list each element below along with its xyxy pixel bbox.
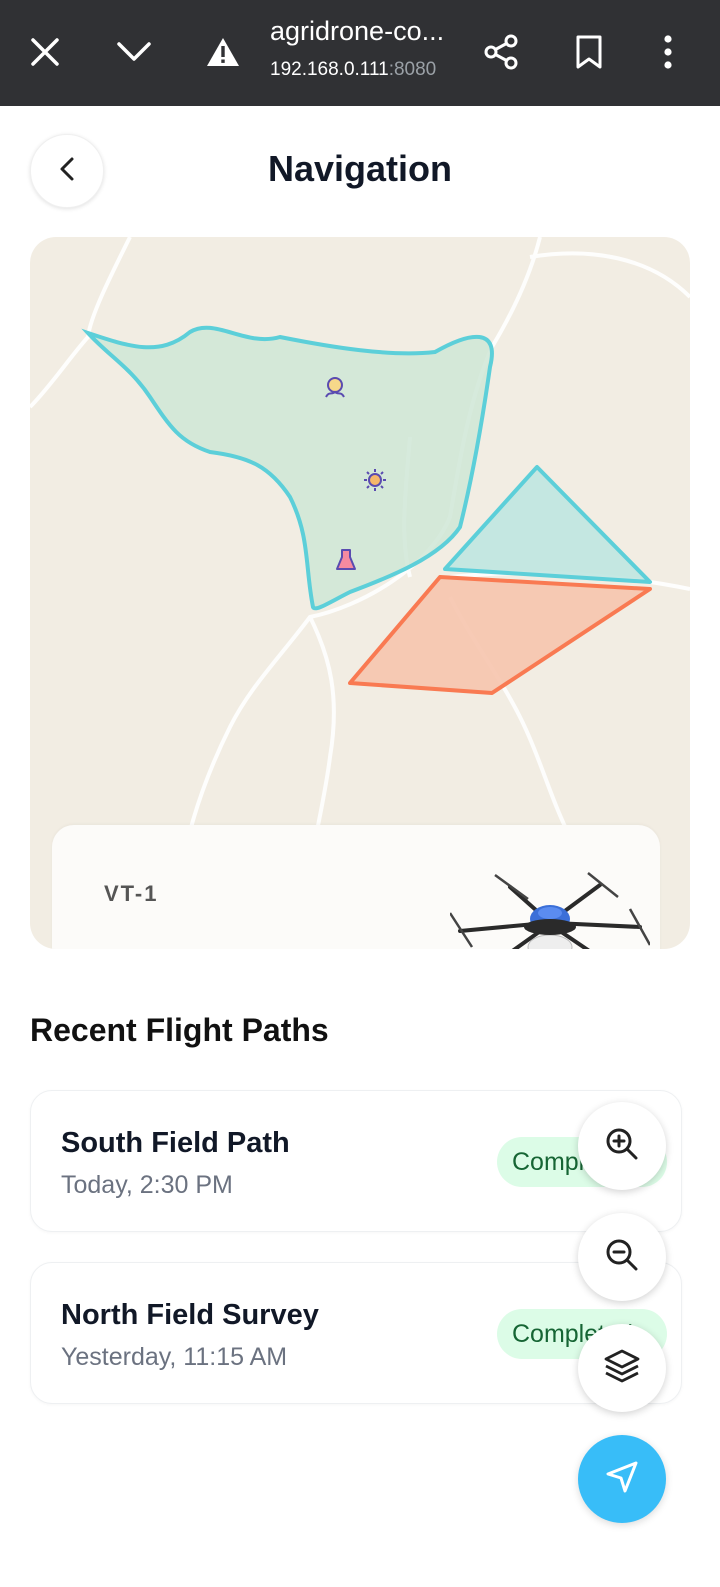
url-ip: 192.168.0.111 (270, 59, 389, 80)
chevron-down-icon[interactable] (108, 26, 160, 78)
flight-name: South Field Path (61, 1127, 290, 1159)
drone-id: VT-1 (104, 881, 159, 906)
url-host: agridrone-co... (270, 16, 445, 46)
flight-time: Yesterday, 11:15 AM (61, 1343, 288, 1371)
navigate-button[interactable] (578, 1435, 666, 1523)
page-title: Navigation (267, 148, 453, 189)
field-polygon-cyan-triangle[interactable] (443, 465, 652, 584)
more-vert-icon[interactable] (642, 26, 694, 78)
layers-button[interactable] (578, 1324, 666, 1412)
flight-name: North Field Survey (61, 1299, 319, 1331)
map-view[interactable]: VT-1 (30, 237, 690, 949)
url-address: 192.168.0.111:8080 (270, 59, 470, 81)
zoom-out-icon (604, 1237, 640, 1278)
field-polygon-orange[interactable] (348, 575, 652, 695)
share-icon[interactable] (475, 26, 527, 78)
drone-card[interactable]: VT-1 (52, 825, 660, 949)
zoom-in-icon (604, 1126, 640, 1167)
layers-icon (603, 1348, 641, 1389)
zoom-in-button[interactable] (578, 1102, 666, 1190)
section-title: Recent Flight Paths (30, 1012, 329, 1048)
field-polygon-cyan-large[interactable] (81, 325, 494, 611)
browser-toolbar: agridrone-co... 192.168.0.111:8080 (0, 0, 720, 106)
bookmark-icon[interactable] (563, 26, 615, 78)
url-port: :8080 (388, 59, 437, 80)
flight-time: Today, 2:30 PM (61, 1171, 233, 1199)
url-bar[interactable]: agridrone-co... 192.168.0.111:8080 (270, 16, 470, 81)
warning-icon[interactable] (197, 26, 249, 78)
drone-image (450, 872, 650, 949)
close-icon[interactable] (19, 26, 71, 78)
zoom-out-button[interactable] (578, 1213, 666, 1301)
navigate-icon (604, 1459, 640, 1500)
